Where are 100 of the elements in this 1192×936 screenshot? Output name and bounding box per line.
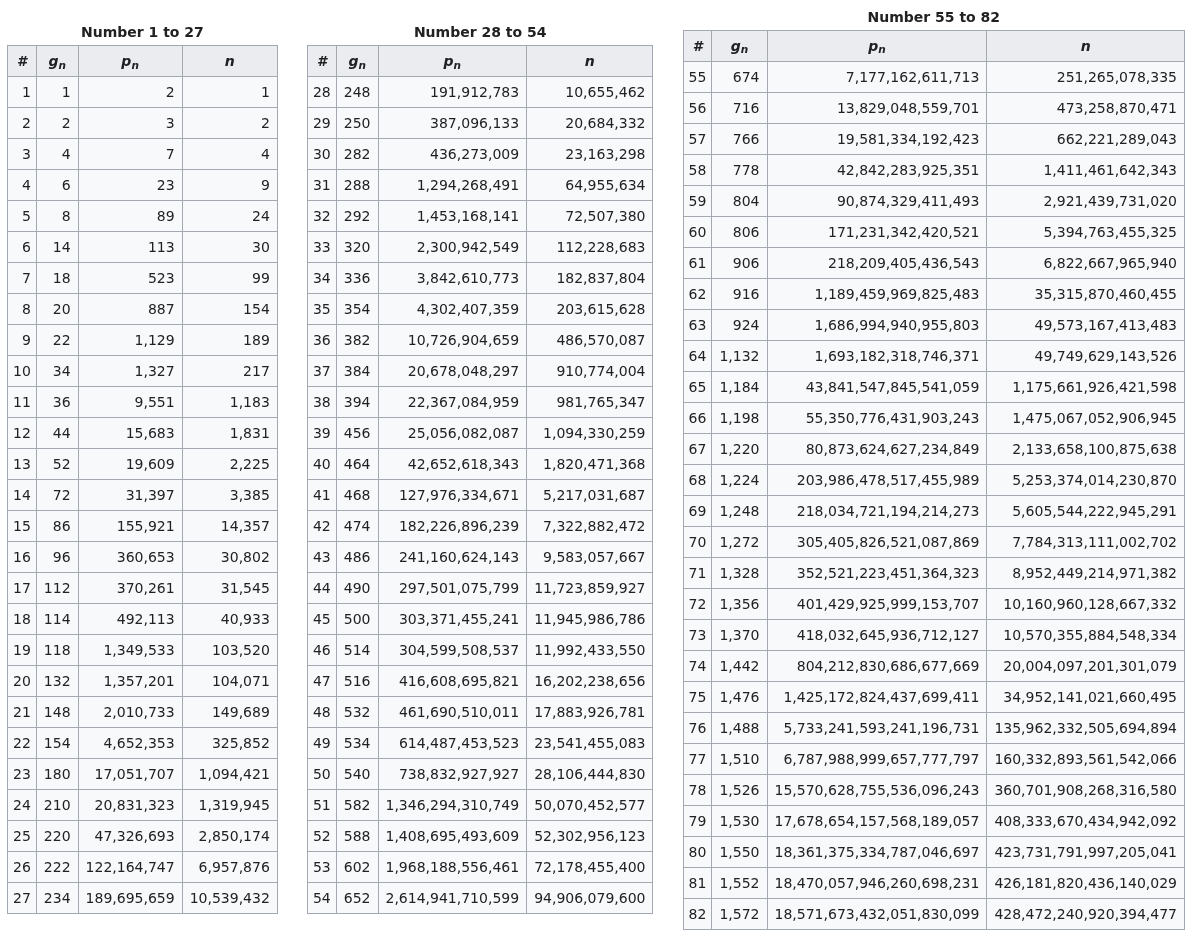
table-cell: 103,520 xyxy=(182,634,278,666)
table-cell: 1,327 xyxy=(78,355,183,387)
table-cell: 25 xyxy=(7,820,37,852)
table-cell: 44 xyxy=(307,572,337,604)
table-cell: 426,181,820,436,140,029 xyxy=(986,867,1185,898)
column-header: g$_{n}$ xyxy=(36,45,79,77)
table-cell: 8,952,449,214,971,382 xyxy=(986,557,1185,588)
table-cell: 23,163,298 xyxy=(526,138,653,170)
table-cell: 1,175,661,926,421,598 xyxy=(986,371,1185,402)
table-cell: 1,526 xyxy=(711,774,768,805)
table-cell: 21 xyxy=(7,696,37,728)
table-cell: 1,220 xyxy=(711,433,768,464)
table-cell: 297,501,075,799 xyxy=(378,572,527,604)
table-cell: 1,425,172,824,437,699,411 xyxy=(767,681,987,712)
table-cell: 4 xyxy=(7,169,37,201)
table-cell: 90,874,329,411,493 xyxy=(767,185,987,216)
table-cell: 203,615,628 xyxy=(526,293,653,325)
table-cell: 48 xyxy=(307,696,337,728)
table-cell: 189 xyxy=(182,324,278,356)
table-cell: 887 xyxy=(78,293,183,325)
table-cell: 11,723,859,927 xyxy=(526,572,653,604)
table-caption: Number 28 to 54 xyxy=(413,23,547,42)
table-cell: 1,183 xyxy=(182,386,278,418)
table-cell: 766 xyxy=(711,123,768,154)
table-cell: 1,550 xyxy=(711,836,768,867)
table-cell: 738,832,927,927 xyxy=(378,758,527,790)
table-cell: 7,177,162,611,713 xyxy=(767,61,987,92)
table-cell: 28 xyxy=(307,76,337,108)
table-cell: 56 xyxy=(683,92,712,123)
table-cell: 149,689 xyxy=(182,696,278,728)
table-cell: 352,521,223,451,364,323 xyxy=(767,557,987,588)
table-cell: 304,599,508,537 xyxy=(378,634,527,666)
table-cell: 10,655,462 xyxy=(526,76,653,108)
table-cell: 1,132 xyxy=(711,340,768,371)
table-cell: 23 xyxy=(78,169,183,201)
table-cell: 67 xyxy=(683,433,712,464)
table-cell: 241,160,624,143 xyxy=(378,541,527,573)
table-cell: 46 xyxy=(307,634,337,666)
table-cell: 23,541,455,083 xyxy=(526,727,653,759)
table-cell: 408,333,670,434,942,092 xyxy=(986,805,1185,836)
table-cell: 7 xyxy=(7,262,37,294)
column-header: n xyxy=(182,45,278,77)
table-cell: 60 xyxy=(683,216,712,247)
table-cell: 5 xyxy=(7,200,37,232)
table-cell: 52 xyxy=(307,820,337,852)
table-cell: 2 xyxy=(182,107,278,139)
table-cell: 2,225 xyxy=(182,448,278,480)
table-cell: 32 xyxy=(307,200,337,232)
table-cell: 39 xyxy=(307,417,337,449)
table-cell: 40 xyxy=(307,448,337,480)
table-cell: 18,571,673,432,051,830,099 xyxy=(767,898,987,929)
table-cell: 10,539,432 xyxy=(182,882,278,914)
table-caption: Number 55 to 82 xyxy=(867,7,1001,27)
table-cell: 305,405,826,521,087,869 xyxy=(767,526,987,557)
table-cell: 1,408,695,493,609 xyxy=(378,820,527,852)
table-cell: 3,842,610,773 xyxy=(378,262,527,294)
table-cell: 2,133,658,100,875,638 xyxy=(986,433,1185,464)
table-cell: 15 xyxy=(7,510,37,542)
table-cell: 1,328 xyxy=(711,557,768,588)
table-cell: 9 xyxy=(182,169,278,201)
column-header: g$_{n}$ xyxy=(336,45,378,77)
table-cell: 401,429,925,999,153,707 xyxy=(767,588,987,619)
table-cell: 461,690,510,011 xyxy=(378,696,527,728)
table-cell: 7,784,313,111,002,702 xyxy=(986,526,1185,557)
table-cell: 17,678,654,157,568,189,057 xyxy=(767,805,987,836)
table-cell: 47 xyxy=(307,665,337,697)
table-cell: 416,608,695,821 xyxy=(378,665,527,697)
table-cell: 2,300,942,549 xyxy=(378,231,527,263)
table-cell: 94,906,079,600 xyxy=(526,882,653,914)
table-cell: 1,224 xyxy=(711,464,768,495)
table-cell: 1,248 xyxy=(711,495,768,526)
table-cell: 523 xyxy=(78,262,183,294)
table-cell: 436,273,009 xyxy=(378,138,527,170)
table-cell: 325,852 xyxy=(182,727,278,759)
column-header: # xyxy=(683,30,712,61)
table-cell: 49 xyxy=(307,727,337,759)
table-cell: 473,258,870,471 xyxy=(986,92,1185,123)
table-cell: 81 xyxy=(683,867,712,898)
table-cell: 10 xyxy=(7,355,37,387)
table-cell: 916 xyxy=(711,278,768,309)
table-cell: 428,472,240,920,394,477 xyxy=(986,898,1185,929)
table-cell: 1,184 xyxy=(711,371,768,402)
table-cell: 37 xyxy=(307,355,337,387)
table-cell: 1,453,168,141 xyxy=(378,200,527,232)
table-cell: 35,315,870,460,455 xyxy=(986,278,1185,309)
table-cell: 122,164,747 xyxy=(78,851,183,883)
table-cell: 1 xyxy=(182,76,278,108)
table-cell: 492,113 xyxy=(78,603,183,635)
table-cell: 154 xyxy=(182,293,278,325)
table-cell: 11,945,986,786 xyxy=(526,603,653,635)
table-cell: 155,921 xyxy=(78,510,183,542)
table-cell: 19,609 xyxy=(78,448,183,480)
table-cell: 924 xyxy=(711,309,768,340)
column-header: n xyxy=(986,30,1185,61)
table-cell: 42,652,618,343 xyxy=(378,448,527,480)
table-cell: 64,955,634 xyxy=(526,169,653,201)
table-cell: 80,873,624,627,234,849 xyxy=(767,433,987,464)
table-cell: 160,332,893,561,542,066 xyxy=(986,743,1185,774)
column-header: p$_{n}$ xyxy=(78,45,183,77)
table-cell: 14 xyxy=(7,479,37,511)
